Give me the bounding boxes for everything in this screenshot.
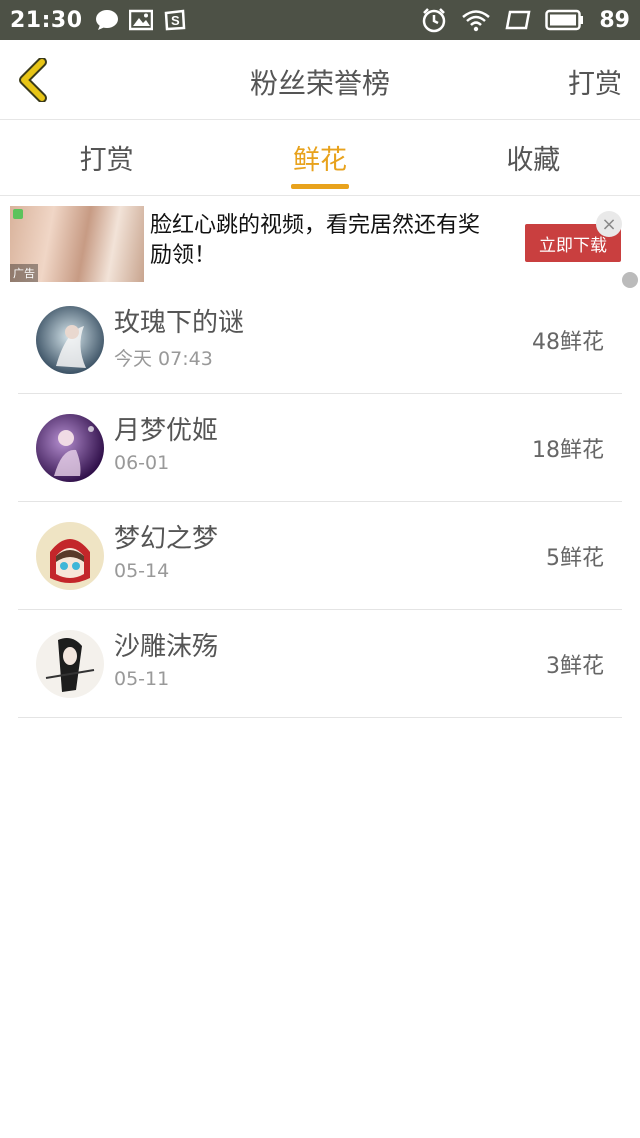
fan-name: 月梦优姬: [114, 416, 219, 446]
fan-flowers: 18鲜花: [532, 438, 604, 463]
avatar[interactable]: [36, 414, 104, 482]
ad-image[interactable]: 广告: [10, 206, 144, 282]
fan-flowers: 48鲜花: [532, 330, 604, 355]
fan-date: 今天 07:43: [114, 348, 213, 370]
status-bar: 21:30 S 89: [0, 0, 640, 40]
avatar[interactable]: [36, 306, 104, 374]
fan-flowers: 5鲜花: [546, 546, 604, 571]
tab-flowers[interactable]: 鲜花: [213, 120, 426, 195]
status-time: 21:30: [10, 7, 83, 33]
close-icon: ×: [601, 213, 617, 235]
fan-list: 玫瑰下的谜 今天 07:43 48鲜花 月梦优姬 06-01 18鲜花 梦幻之梦…: [0, 286, 640, 718]
back-button[interactable]: [14, 57, 54, 103]
chevron-left-icon: [19, 57, 47, 103]
status-left-icons: S: [95, 9, 187, 31]
reward-button[interactable]: 打赏: [568, 62, 622, 101]
alarm-icon: [423, 8, 446, 33]
list-item[interactable]: 月梦优姬 06-01 18鲜花: [18, 394, 622, 502]
tab-reward[interactable]: 打赏: [0, 120, 213, 195]
fan-name: 沙雕沫殇: [114, 632, 219, 662]
fan-date: 06-01: [114, 452, 170, 474]
ad-badge: 广告: [10, 264, 38, 282]
list-item[interactable]: 梦幻之梦 05-14 5鲜花: [18, 502, 622, 610]
fan-name: 玫瑰下的谜: [114, 308, 245, 338]
fan-flowers: 3鲜花: [546, 654, 604, 679]
s-icon: S: [164, 9, 185, 31]
avatar[interactable]: [36, 630, 104, 698]
fan-name: 梦幻之梦: [114, 524, 219, 554]
ad-banner[interactable]: 广告 脸红心跳的视频，看完居然还有奖励领！ 立即下载 ×: [0, 196, 640, 288]
battery-level: 89: [599, 7, 630, 33]
nav-bar: 粉丝荣誉榜 打赏: [0, 40, 640, 120]
image-icon: [128, 9, 153, 31]
ad-text[interactable]: 脸红心跳的视频，看完居然还有奖励领！: [150, 211, 495, 271]
avatar[interactable]: [36, 522, 104, 590]
chat-icon: [95, 10, 118, 30]
battery-icon: [545, 9, 584, 31]
tab-favorites[interactable]: 收藏: [427, 120, 640, 195]
list-item[interactable]: 玫瑰下的谜 今天 07:43 48鲜花: [18, 286, 622, 394]
svg-text:S: S: [171, 13, 180, 28]
ad-close-button[interactable]: ×: [596, 211, 622, 237]
ad-app-icon: [13, 209, 23, 219]
page-title: 粉丝荣誉榜: [249, 67, 390, 100]
status-right-icons: 89: [421, 0, 630, 40]
fan-date: 05-11: [114, 668, 170, 690]
ad-info-icon[interactable]: [622, 272, 638, 288]
window-icon: [505, 10, 531, 30]
fan-date: 05-14: [114, 560, 170, 582]
list-item[interactable]: 沙雕沫殇 05-11 3鲜花: [18, 610, 622, 718]
wifi-icon: [462, 10, 491, 32]
tab-bar: 打赏 鲜花 收藏: [0, 120, 640, 196]
